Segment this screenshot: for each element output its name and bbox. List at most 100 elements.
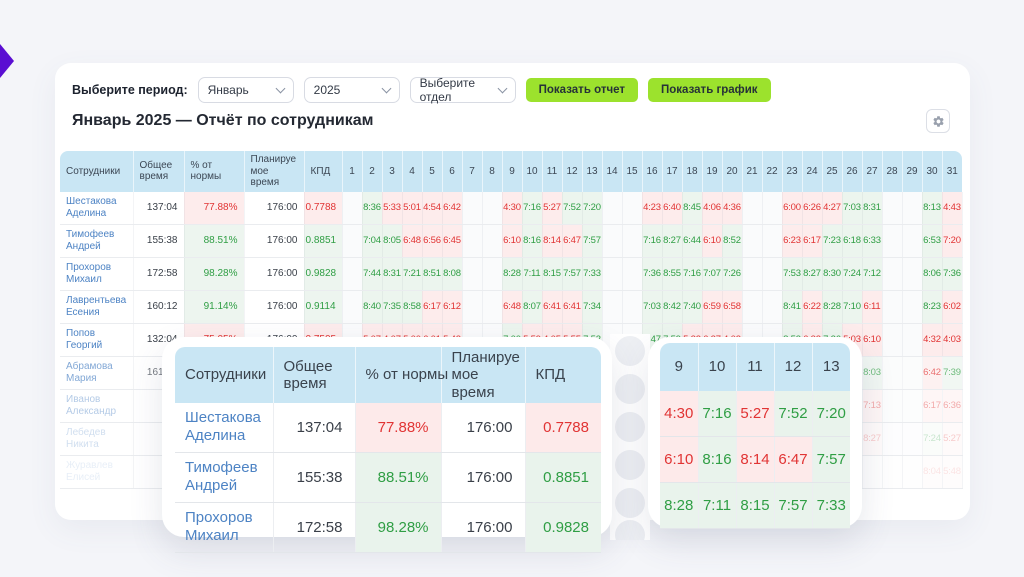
day-header: 21: [742, 151, 762, 192]
total-time-header: Общее время: [273, 347, 355, 403]
show-chart-button[interactable]: Показать график: [648, 78, 771, 102]
department-select[interactable]: Выберите отдел: [410, 77, 516, 103]
day-cell: [882, 389, 902, 422]
kpd-cell: 0.8851: [304, 224, 342, 257]
total-time-cell: 155:38: [133, 224, 184, 257]
day-header: 30: [922, 151, 942, 192]
kpd-cell: 0.9828: [304, 257, 342, 290]
day-cell: 6:59: [702, 290, 722, 323]
zoom-detail-card-right: 910111213 4:307:165:277:527:206:108:168:…: [648, 337, 862, 528]
day-header: 13: [582, 151, 602, 192]
day-cell: [602, 192, 622, 225]
day-cell: 8:28: [502, 257, 522, 290]
employee-link[interactable]: Журавлев Елисей: [66, 460, 113, 483]
zoom-right-table: 910111213 4:307:165:277:527:206:108:168:…: [660, 343, 850, 529]
employee-link[interactable]: Попов Георгий: [66, 328, 102, 351]
day-cell: [342, 192, 362, 225]
employee-link[interactable]: Тимофеев Андрей: [185, 459, 258, 494]
day-cell: 6:47: [774, 437, 812, 483]
day-cell: 8:31: [382, 257, 402, 290]
day-cell: [762, 290, 782, 323]
employee-link[interactable]: Шестакова Аделина: [66, 196, 117, 219]
day-header: 22: [762, 151, 782, 192]
day-cell: 6:00: [782, 192, 802, 225]
day-cell: 7:26: [722, 257, 742, 290]
month-select[interactable]: Январь: [198, 77, 294, 103]
day-cell: 7:23: [822, 224, 842, 257]
day-cell: 8:31: [862, 192, 882, 225]
day-header: 20: [722, 151, 742, 192]
day-cell: 6:12: [442, 290, 462, 323]
planned-time-cell: 176:00: [244, 224, 304, 257]
day-cell: 7:52: [774, 391, 812, 437]
day-cell: [902, 389, 922, 422]
planned-time-header: Планируе мое время: [244, 151, 304, 192]
settings-button[interactable]: [926, 109, 950, 133]
day-cell: [462, 290, 482, 323]
day-cell: [882, 422, 902, 455]
day-cell: 8:58: [402, 290, 422, 323]
day-header: 4: [402, 151, 422, 192]
employee-link[interactable]: Абрамова Мария: [66, 361, 113, 384]
day-cell: 8:40: [362, 290, 382, 323]
day-cell: [742, 224, 762, 257]
day-cell: 6:36: [942, 389, 962, 422]
employee-link[interactable]: Прохоров Михаил: [66, 262, 111, 285]
day-cell: [462, 224, 482, 257]
day-cell: 8:08: [442, 257, 462, 290]
day-header: 28: [882, 151, 902, 192]
employee-link[interactable]: Лебедев Никита: [66, 427, 106, 450]
day-cell: 5:33: [382, 192, 402, 225]
day-header: 23: [782, 151, 802, 192]
zoom-table-row: Тимофеев Андрей155:3888.51%176:000.8851: [175, 452, 601, 502]
table-header-row: Сотрудники Общее время % от нормы Планир…: [60, 151, 962, 192]
employee-cell: Тимофеев Андрей: [175, 452, 273, 502]
day-cell: 8:23: [922, 290, 942, 323]
day-cell: 7:57: [562, 257, 582, 290]
pct-cell: 91.14%: [184, 290, 244, 323]
chevron-down-icon: [275, 84, 285, 94]
day-cell: 5:27: [736, 391, 774, 437]
day-cell: 7:07: [702, 257, 722, 290]
day-header: 14: [602, 151, 622, 192]
year-select[interactable]: 2025: [304, 77, 400, 103]
day-header: 18: [682, 151, 702, 192]
day-header: 12: [774, 343, 812, 391]
day-cell: 6:47: [562, 224, 582, 257]
day-cell: [622, 192, 642, 225]
day-cell: 6:02: [942, 290, 962, 323]
day-cell: 7:10: [842, 290, 862, 323]
day-cell: 4:03: [942, 323, 962, 356]
total-time-header: Общее время: [133, 151, 184, 192]
day-cell: 7:11: [698, 483, 736, 529]
employee-link[interactable]: Лаврентьева Есения: [66, 295, 126, 318]
employee-cell: Тимофеев Андрей: [60, 224, 133, 257]
employee-link[interactable]: Иванов Александр: [66, 394, 116, 417]
day-cell: [342, 290, 362, 323]
day-cell: [882, 455, 902, 488]
day-cell: 7:11: [522, 257, 542, 290]
kpd-cell: 0.7788: [525, 403, 601, 453]
day-cell: [622, 224, 642, 257]
day-cell: 8:05: [382, 224, 402, 257]
day-cell: 7:16: [698, 391, 736, 437]
day-cell: 6:48: [502, 290, 522, 323]
show-report-button[interactable]: Показать отчет: [526, 78, 638, 102]
employee-link[interactable]: Шестакова Аделина: [185, 409, 261, 444]
day-cell: [482, 290, 502, 323]
employee-link[interactable]: Тимофеев Андрей: [66, 229, 114, 252]
day-header: 31: [942, 151, 962, 192]
chevron-down-icon: [381, 84, 391, 94]
pct-cell: 77.88%: [184, 192, 244, 225]
day-cell: 8:15: [736, 483, 774, 529]
planned-time-cell: 176:00: [441, 452, 525, 502]
day-cell: 5:48: [942, 455, 962, 488]
employee-cell: Абрамова Мария: [60, 356, 133, 389]
gear-icon: [932, 115, 945, 128]
day-cell: [902, 455, 922, 488]
zoom-table-row: Прохоров Михаил172:5898.28%176:000.9828: [175, 502, 601, 552]
day-header: 26: [842, 151, 862, 192]
day-cell: [742, 192, 762, 225]
employee-link[interactable]: Прохоров Михаил: [185, 509, 253, 544]
day-header: 27: [862, 151, 882, 192]
